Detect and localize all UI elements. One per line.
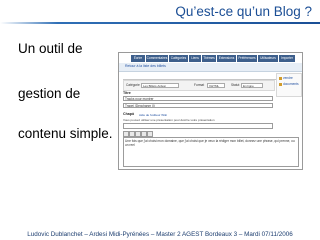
screenshot-tab: Catégories [169, 55, 189, 62]
excerpt-help-text: Vous pouvez utiliser une présentation po… [123, 118, 215, 122]
title-bar: Qu’est-ce qu’un Blog ? [0, 0, 320, 26]
side-link: vendre [283, 76, 293, 80]
title-label: Titre [123, 91, 131, 95]
excerpt-label: Chapô [123, 112, 135, 116]
screenshot-tab: Importer [279, 55, 296, 62]
slide: Qu’est-ce qu’un Blog ? Un outil de gesti… [0, 0, 320, 240]
screenshot-tab: Thèmes [202, 55, 217, 62]
screenshot-subnav: Retour à la liste des billets [119, 63, 302, 72]
screenshot-tab: Écrire [131, 55, 146, 62]
screenshot-tab: Préférences [237, 55, 258, 62]
title-field: Tracks pour montrer [123, 96, 273, 101]
slide-title: Qu’est-ce qu’un Blog ? [175, 4, 312, 19]
excerpt-field [123, 123, 273, 129]
screenshot-tab: Utilisateurs [258, 55, 279, 62]
bullet-line-2: gestion de [18, 86, 81, 101]
content-field: Une fois que j'ai choisi mon domaine, qu… [123, 137, 299, 167]
screenshot-tab-bar: Écrire Commentaires Catégories Liens Thè… [121, 55, 300, 62]
format-label: Format [194, 83, 205, 87]
category-select: Les Billets Ardesi [141, 82, 179, 88]
side-link: documents [283, 82, 299, 86]
editor-toolbar [123, 131, 299, 137]
subtitle-field: Trapei (Dexchanm II) [123, 103, 273, 108]
status-label: Statut [231, 83, 240, 87]
bullet-line-1: Un outil de [18, 41, 83, 56]
title-underline [0, 22, 320, 24]
screenshot-side-panel: vendre documents [276, 73, 302, 97]
side-bullet-icon [279, 77, 282, 80]
post-options-bar: Catégorie Les Billets Ardesi Format XHTM… [123, 80, 275, 91]
side-bullet-icon [279, 83, 282, 86]
back-to-posts-link: Retour à la liste des billets [125, 64, 166, 68]
screenshot-tab: Commentaires [146, 55, 169, 62]
blog-editor-screenshot: Écrire Commentaires Catégories Liens Thè… [118, 52, 303, 170]
slide-footer: Ludovic Dublanchet – Ardesi Midi-Pyrénée… [27, 231, 293, 238]
screenshot-tab: Extensions [217, 55, 237, 62]
screenshot-heading: Billet [123, 73, 298, 87]
screenshot-tab: Liens [189, 55, 202, 62]
wiki-help-link: Aide de l'éditeur Wiki [139, 113, 167, 117]
bullet-line-3: contenu simple. [18, 126, 113, 141]
category-label: Catégorie [126, 83, 140, 87]
format-select: XHTML [207, 82, 225, 88]
status-select: En ligne [241, 82, 263, 88]
